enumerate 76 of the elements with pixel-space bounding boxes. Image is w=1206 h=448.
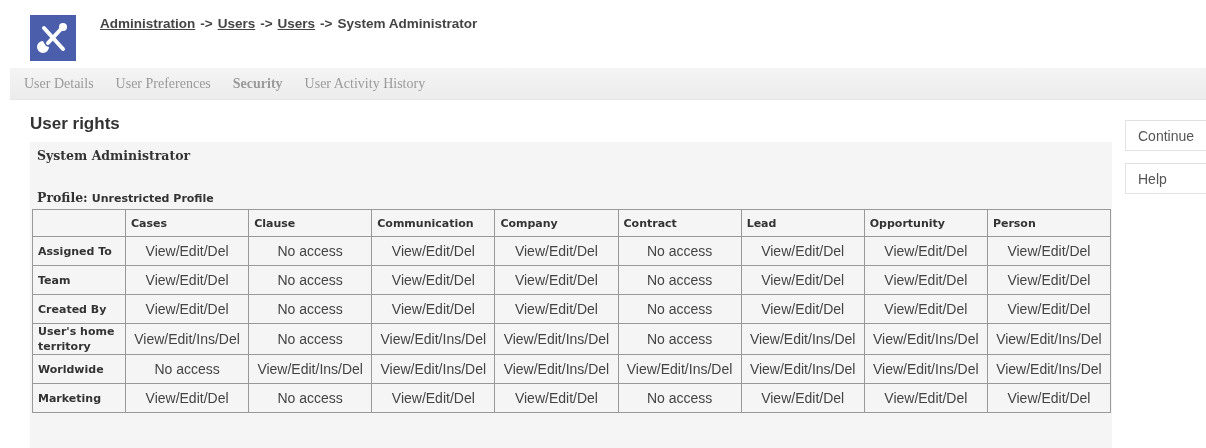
breadcrumb-current: System Administrator [337, 16, 478, 33]
table-cell: View/Edit/Del [371, 383, 495, 413]
column-header: Cases [125, 209, 249, 237]
table-cell: No access [618, 294, 742, 324]
table-cell: View/Edit/Ins/Del [864, 354, 988, 384]
table-cell: View/Edit/Del [741, 294, 865, 324]
column-header: Opportunity [864, 209, 988, 237]
row-header: Marketing [32, 383, 126, 413]
table-cell: View/Edit/Del [125, 294, 249, 324]
table-cell: No access [618, 323, 742, 355]
row-header: Worldwide [32, 354, 126, 384]
table-cell: View/Edit/Ins/Del [864, 323, 988, 355]
column-header: Clause [248, 209, 372, 237]
breadcrumb-link[interactable]: Administration [100, 16, 196, 69]
row-header: Assigned To [32, 236, 126, 266]
table-cell: View/Edit/Ins/Del [371, 354, 495, 384]
tools-logo-icon [30, 15, 76, 61]
table-cell: View/Edit/Del [494, 265, 618, 295]
table-cell: View/Edit/Ins/Del [741, 354, 865, 384]
table-cell: View/Edit/Del [125, 383, 249, 413]
table-cell: View/Edit/Ins/Del [494, 354, 618, 384]
user-name: System Administrator [37, 148, 191, 163]
breadcrumb-separator: -> [200, 16, 213, 33]
table-cell: View/Edit/Ins/Del [248, 354, 372, 384]
table-cell: View/Edit/Ins/Del [741, 323, 865, 355]
table-cell: View/Edit/Del [864, 236, 988, 266]
table-cell: View/Edit/Del [494, 294, 618, 324]
profile-label: Profile: [37, 190, 88, 205]
table-cell: View/Edit/Del [864, 265, 988, 295]
row-header: User's home territory [32, 323, 126, 355]
table-cell: No access [248, 294, 372, 324]
column-header: Communication [371, 209, 495, 237]
table-cell: View/Edit/Del [494, 383, 618, 413]
table-cell: View/Edit/Ins/Del [494, 323, 618, 355]
table-cell: View/Edit/Ins/Del [987, 323, 1111, 355]
profile-name: Unrestricted Profile [91, 192, 214, 205]
column-header: Company [494, 209, 618, 237]
table-cell: No access [248, 265, 372, 295]
table-cell: View/Edit/Ins/Del [987, 354, 1111, 384]
table-cell: View/Edit/Del [741, 236, 865, 266]
column-header: Contract [618, 209, 742, 237]
table-cell: View/Edit/Del [371, 265, 495, 295]
table-cell: View/Edit/Del [864, 294, 988, 324]
table-cell: No access [248, 323, 372, 355]
table-cell: View/Edit/Del [741, 265, 865, 295]
action-button[interactable]: Continue [1125, 120, 1206, 151]
table-cell: View/Edit/Del [864, 383, 988, 413]
table-cell: View/Edit/Del [125, 265, 249, 295]
table-cell: No access [125, 354, 249, 384]
table-cell: View/Edit/Del [741, 383, 865, 413]
row-header: Created By [32, 294, 126, 324]
table-cell: View/Edit/Del [125, 236, 249, 266]
row-header: Team [32, 265, 126, 295]
breadcrumb-separator: -> [320, 16, 333, 33]
column-header: Lead [741, 209, 865, 237]
table-cell: View/Edit/Del [987, 294, 1111, 324]
breadcrumb-link[interactable]: Users [217, 16, 256, 69]
action-button[interactable]: Help [1125, 163, 1206, 194]
table-cell: No access [618, 383, 742, 413]
table-cell: No access [248, 236, 372, 266]
table-cell: View/Edit/Del [494, 236, 618, 266]
table-cell: View/Edit/Ins/Del [125, 323, 249, 355]
table-cell: View/Edit/Ins/Del [618, 354, 742, 384]
section-title: User rights [30, 114, 121, 135]
table-cell: No access [618, 265, 742, 295]
column-header: Person [987, 209, 1111, 237]
breadcrumb-separator: -> [260, 16, 273, 33]
table-cell: View/Edit/Ins/Del [371, 323, 495, 355]
table-cell: View/Edit/Del [371, 236, 495, 266]
table-cell: No access [618, 236, 742, 266]
table-cell: View/Edit/Del [987, 236, 1111, 266]
table-cell: No access [248, 383, 372, 413]
table-cell: View/Edit/Del [371, 294, 495, 324]
table-cell: View/Edit/Del [987, 265, 1111, 295]
breadcrumb-link[interactable]: Users [277, 16, 316, 69]
table-cell: View/Edit/Del [987, 383, 1111, 413]
